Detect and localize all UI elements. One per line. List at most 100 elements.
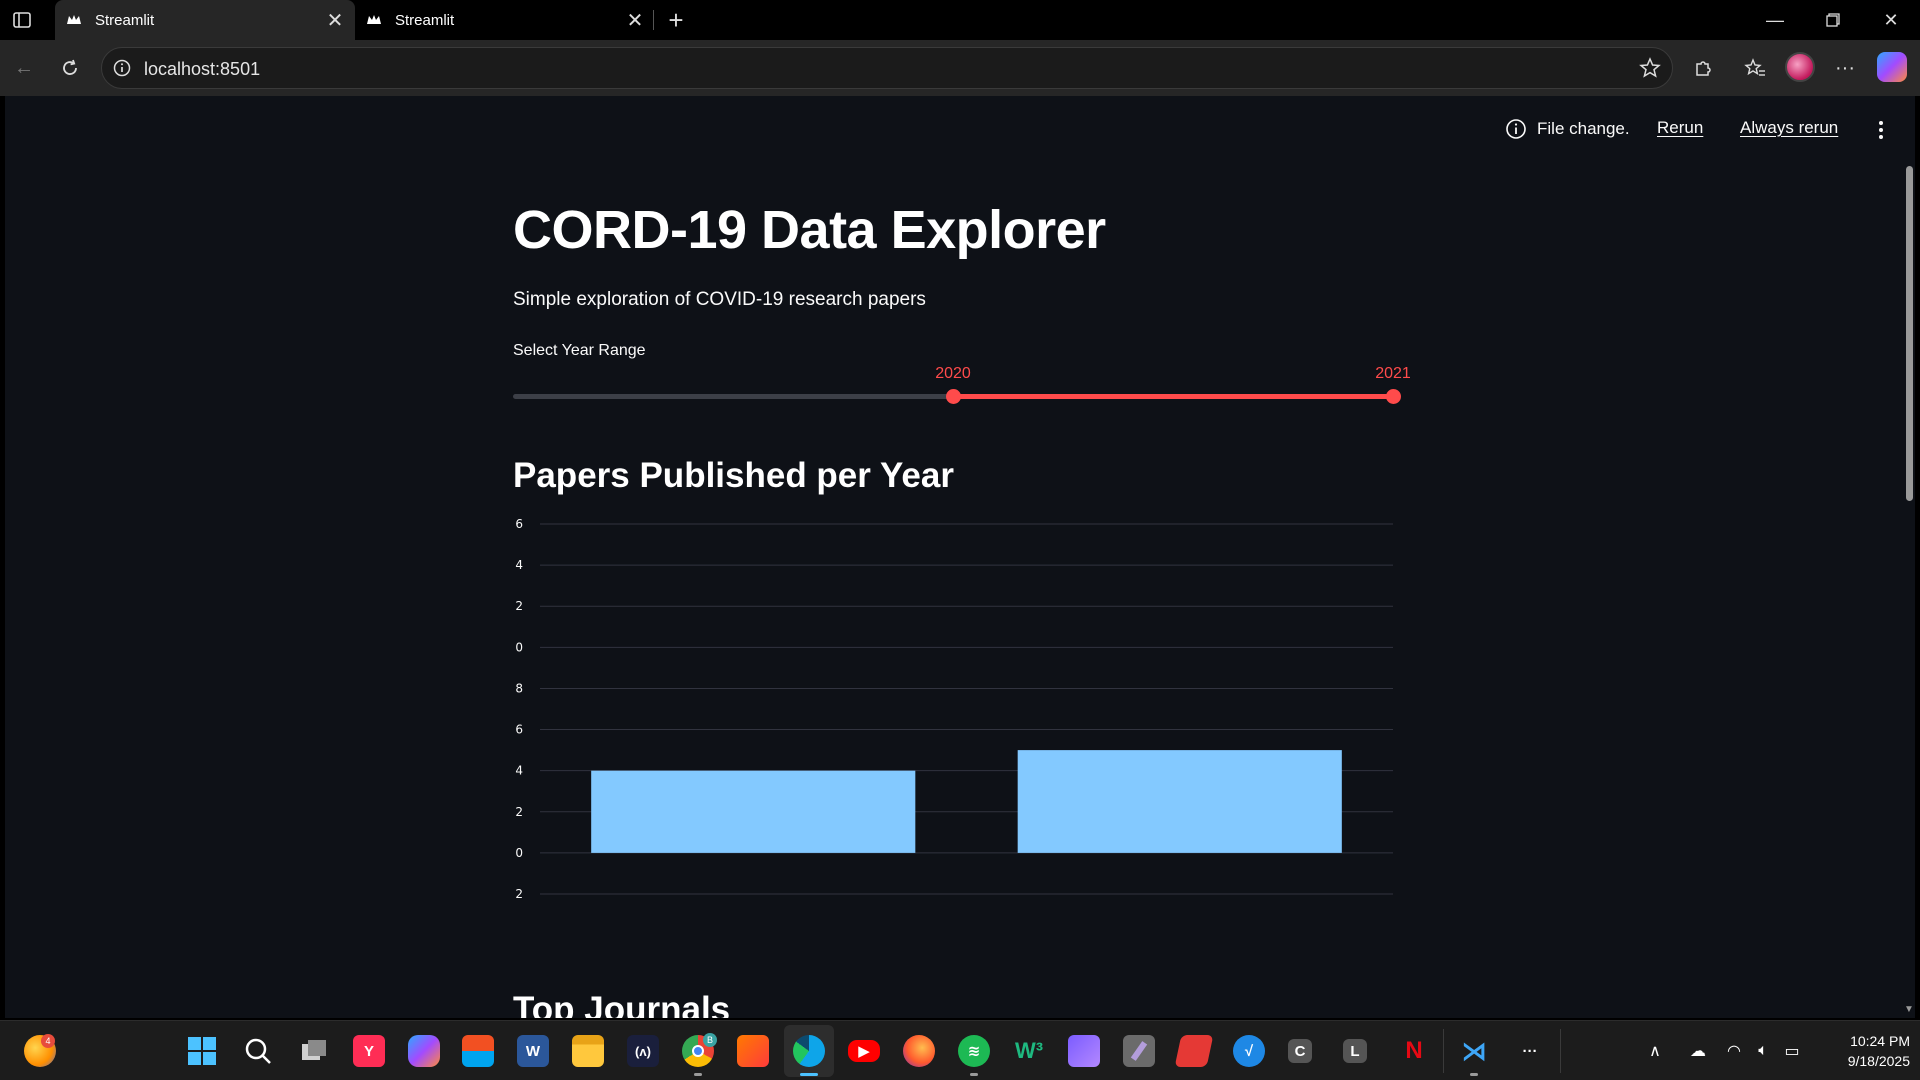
taskbar-divider — [1560, 1029, 1561, 1073]
puzzle-icon — [1696, 61, 1711, 76]
tab-title: Streamlit — [395, 11, 455, 29]
edge-icon[interactable] — [793, 1035, 825, 1067]
browser-toolbar: ← localhost:8501 ··· — [0, 40, 1920, 96]
page-scrollbar[interactable]: ▼ — [1903, 96, 1915, 1018]
year-range-slider[interactable]: 2020 2021 — [513, 364, 1411, 404]
close-tab-icon[interactable]: ✕ — [621, 6, 649, 34]
system-clock[interactable]: 10:24 PM 9/18/2025 — [1810, 1031, 1910, 1071]
y-tick-label: 2 — [515, 599, 523, 613]
slider-selected-range — [953, 394, 1393, 399]
clock-date: 9/18/2025 — [1847, 1053, 1910, 1069]
main-menu-icon[interactable] — [1871, 118, 1891, 142]
top-journals-heading: Top Journals — [513, 990, 731, 1018]
bar[interactable] — [1017, 750, 1342, 853]
scroll-down-arrow[interactable]: ▼ — [1903, 1004, 1915, 1018]
tab-separator — [653, 10, 654, 30]
browser-tab-strip: Streamlit ✕ Streamlit ✕ + — ✕ — [0, 0, 1920, 40]
app-c-icon[interactable]: C — [1288, 1039, 1312, 1063]
wifi-icon[interactable]: ◠ — [1722, 1039, 1746, 1063]
streamlit-crown-icon — [367, 15, 381, 24]
always-rerun-button[interactable]: Always rerun — [1740, 118, 1838, 138]
app-header: File change. Rerun Always rerun — [5, 96, 1915, 156]
books-icon[interactable] — [1174, 1035, 1214, 1067]
copilot-icon[interactable] — [1877, 52, 1907, 82]
restore-button[interactable] — [1804, 0, 1862, 40]
page-title: CORD-19 Data Explorer — [513, 200, 1106, 260]
store-icon[interactable] — [462, 1035, 494, 1067]
restore-icon — [1826, 13, 1840, 27]
clock-time: 10:24 PM — [1850, 1033, 1910, 1049]
yandex-icon[interactable]: Y — [353, 1035, 385, 1067]
app-l-icon[interactable]: L — [1343, 1039, 1367, 1063]
status-text: File change. — [1537, 119, 1630, 138]
scrollbar-thumb[interactable] — [1906, 166, 1913, 501]
taskbar-divider — [1443, 1029, 1444, 1073]
y-tick-label: 2 — [515, 887, 523, 901]
streamlit-crown-icon — [67, 15, 81, 24]
tab-streamlit-active[interactable]: Streamlit ✕ — [55, 0, 355, 40]
tab-streamlit[interactable]: Streamlit ✕ — [355, 0, 655, 40]
vscode-running-indicator — [1470, 1073, 1478, 1076]
y-tick-label: 6 — [515, 723, 523, 737]
page-subtitle: Simple exploration of COVID-19 research … — [513, 289, 926, 310]
word-icon[interactable]: W — [517, 1035, 549, 1067]
battery-icon[interactable]: ▭ — [1780, 1039, 1804, 1063]
copilot-app-icon[interactable] — [408, 1035, 440, 1067]
chart-heading: Papers Published per Year — [513, 456, 954, 495]
notes-icon[interactable] — [1068, 1035, 1100, 1067]
spotify-icon[interactable]: ≋ — [958, 1035, 990, 1067]
rerun-button[interactable]: Rerun — [1657, 118, 1703, 138]
close-tab-icon[interactable]: ✕ — [321, 6, 349, 34]
firefox-icon[interactable] — [903, 1035, 935, 1067]
editor-icon[interactable] — [1123, 1035, 1155, 1067]
y-tick-label: 4 — [515, 764, 523, 778]
office-icon[interactable] — [737, 1035, 769, 1067]
file-explorer-icon[interactable] — [572, 1035, 604, 1067]
dev-tool-icon[interactable]: (ʌ) — [627, 1035, 659, 1067]
favorites-button[interactable] — [1739, 52, 1771, 84]
minimize-button[interactable]: — — [1746, 0, 1804, 40]
favorite-star-icon[interactable] — [1638, 56, 1662, 80]
close-window-button[interactable]: ✕ — [1862, 0, 1920, 40]
y-tick-label: 6 — [515, 517, 523, 531]
y-tick-label: 8 — [515, 681, 523, 695]
windows-start-icon[interactable] — [186, 1035, 218, 1067]
bar[interactable] — [591, 770, 916, 853]
netflix-icon[interactable]: N — [1398, 1035, 1430, 1067]
slider-high-handle[interactable] — [1386, 389, 1401, 404]
address-bar[interactable]: localhost:8501 — [101, 47, 1673, 89]
task-view-icon[interactable] — [298, 1035, 330, 1067]
site-info-icon[interactable] — [112, 58, 132, 78]
w3-icon[interactable]: W³ — [1013, 1035, 1045, 1067]
tray-chevron-icon[interactable]: ∧ — [1643, 1039, 1667, 1063]
overflow-apps-icon[interactable]: ··· — [1514, 1035, 1546, 1067]
streamlit-app: File change. Rerun Always rerun CORD-19 … — [5, 96, 1915, 1018]
onedrive-icon[interactable]: ☁ — [1684, 1039, 1712, 1063]
reload-button[interactable] — [54, 52, 86, 84]
y-tick-label: 0 — [515, 846, 523, 860]
profile-avatar[interactable] — [1785, 52, 1815, 82]
search-icon[interactable] — [242, 1035, 274, 1067]
papers-per-year-chart[interactable]: 202468024620202021 — [513, 506, 1413, 936]
tab-actions-icon[interactable] — [12, 10, 32, 30]
vscode-icon[interactable]: ⋊ — [1458, 1035, 1490, 1067]
y-tick-label: 4 — [515, 558, 523, 572]
tab-title: Streamlit — [95, 11, 155, 29]
rerun-label[interactable]: Rerun — [1657, 118, 1703, 138]
new-tab-button[interactable]: + — [660, 4, 692, 36]
favorites-list-icon — [1744, 58, 1765, 76]
info-icon — [1506, 119, 1526, 139]
back-button[interactable]: ← — [8, 52, 40, 84]
youtube-icon[interactable]: ▶ — [848, 1040, 880, 1062]
extensions-button[interactable] — [1687, 52, 1719, 84]
spotify-running-indicator — [970, 1073, 978, 1076]
volume-icon[interactable]: 🔈︎ — [1751, 1039, 1775, 1063]
always-rerun-label[interactable]: Always rerun — [1740, 118, 1838, 138]
reload-icon — [63, 59, 77, 75]
more-menu-button[interactable]: ··· — [1829, 52, 1861, 84]
url-text[interactable]: localhost:8501 — [144, 59, 260, 80]
chrome-profile-badge: B — [703, 1033, 717, 1047]
year-range-label: Select Year Range — [513, 342, 646, 359]
app-v-icon[interactable]: √ — [1233, 1035, 1265, 1067]
slider-low-handle[interactable] — [946, 389, 961, 404]
